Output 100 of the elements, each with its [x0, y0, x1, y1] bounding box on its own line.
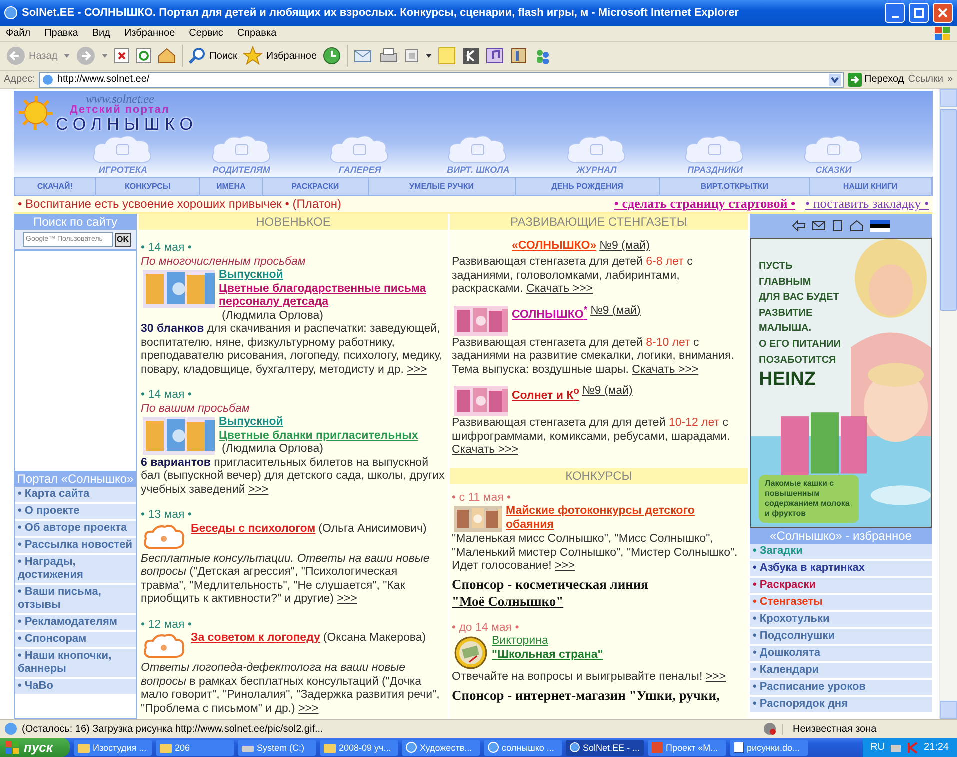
bookmark-link[interactable]: • поставить закладку •: [806, 196, 929, 212]
nav-link[interactable]: УМЕЛЫЕ РУЧКИ: [368, 178, 516, 195]
news-link[interactable]: Цветные бланки пригласительных: [219, 430, 418, 443]
nav-link[interactable]: ДЕНЬ РОЖДЕНИЯ: [516, 178, 660, 195]
menu-item[interactable]: Вид: [92, 28, 110, 39]
issue-link[interactable]: №9 (май): [600, 240, 650, 252]
news-link[interactable]: Цветные благодарственные письма персоналу детсада: [219, 282, 446, 310]
more-link[interactable]: >>>: [248, 484, 269, 496]
scrollbar[interactable]: [939, 89, 957, 719]
news-link[interactable]: За советом к логопеду: [191, 632, 320, 646]
taskbar-button[interactable]: Изостудия ...: [74, 740, 152, 756]
menu-item[interactable]: Справка: [237, 28, 277, 39]
menu-item[interactable]: Файл: [6, 28, 31, 39]
taskbar-button[interactable]: солнышко ...: [484, 740, 562, 756]
favorite-link[interactable]: • Календари: [750, 663, 932, 680]
news-link[interactable]: Выпускной: [219, 416, 284, 430]
taskbar-button[interactable]: 206: [156, 740, 234, 756]
nav-link[interactable]: ВИРТ.ОТКРЫТКИ: [660, 178, 810, 195]
favorites-heading: «Солнышко» - избранное: [750, 528, 932, 544]
links-chevron[interactable]: »: [947, 74, 953, 85]
ok-button[interactable]: OK: [115, 232, 131, 246]
more-link[interactable]: >>>: [555, 560, 576, 572]
contest-text: "Маленькая мисс Солнышко", "Мисс Солнышко", "Маленький мистер Солнышко", "Мистер Солнышко". Идет голосование! >>>: [452, 533, 739, 574]
nav-link[interactable]: ИМЕНА: [200, 178, 263, 195]
taskbar-button[interactable]: 2008-09 уч...: [320, 740, 398, 756]
logo-url: www.solnet.ee: [86, 93, 156, 105]
issue-link[interactable]: №9 (май): [582, 385, 633, 397]
taskbar-button[interactable]: System (C:): [238, 740, 316, 756]
news-link[interactable]: Беседы с психологом: [191, 522, 316, 536]
sidebar-link[interactable]: • Об авторе проекта: [15, 521, 136, 538]
language-indicator[interactable]: RU: [870, 742, 885, 753]
sidebar-link[interactable]: • Рассылка новостей: [15, 538, 136, 555]
sidebar-link[interactable]: • Спонсорам: [15, 632, 136, 649]
nav-link[interactable]: НАШИ КНИГИ: [810, 178, 932, 195]
ad-banner[interactable]: ПУСТЬ ГЛАВНЫМ ДЛЯ ВАС БУДЕТ РАЗВИТИЕ МАЛЫША. О ЕГО ПИТАНИИ ПОЗАБОТИТСЯ HEINZ Лакомые кашки с повышенным содержанием молока и фруктов: [750, 238, 932, 528]
sponsor-link[interactable]: "Моё Солнышко": [452, 594, 564, 608]
news-author: (Оксана Макерова): [323, 632, 426, 644]
newspaper-link[interactable]: СОЛНЫШКО$^{*}$: [512, 304, 588, 323]
maximize-button[interactable]: [909, 3, 929, 23]
category-link[interactable]: Викторина: [492, 635, 548, 648]
windows-logo-icon: [935, 27, 951, 40]
menu-item[interactable]: Сервис: [189, 28, 224, 39]
section-link[interactable]: ЖУРНАЛ: [556, 135, 637, 175]
sidebar-link[interactable]: • Награды, достижения: [15, 555, 136, 585]
contest-link[interactable]: "Школьная страна": [492, 648, 604, 662]
more-link[interactable]: >>>: [298, 702, 319, 714]
newspaper-link[interactable]: Солнет и К$^{о}$: [512, 385, 580, 404]
section-link[interactable]: ПРАЗДНИКИ: [675, 135, 756, 175]
search-button[interactable]: Поиск: [188, 47, 238, 65]
taskbar-button[interactable]: Художеств...: [402, 740, 480, 756]
nav-link[interactable]: КОНКУРСЫ: [96, 178, 200, 195]
taskbar-button[interactable]: рисунки.do...: [730, 740, 808, 756]
links-label[interactable]: Ссылки: [908, 74, 944, 85]
download-link[interactable]: Скачать >>>: [526, 283, 593, 295]
menu-item[interactable]: Правка: [44, 28, 78, 39]
section-link[interactable]: СКАЗКИ: [794, 135, 874, 175]
more-link[interactable]: >>>: [407, 364, 428, 376]
newspaper-link[interactable]: «СОЛНЫШКО»: [512, 240, 597, 254]
favorite-link[interactable]: • Распорядок дня: [750, 697, 932, 714]
favorite-link[interactable]: • Подсолнушки: [750, 629, 932, 646]
close-button[interactable]: [933, 3, 953, 23]
taskbar-button[interactable]: SolNet.EE - ...: [566, 740, 644, 756]
go-button[interactable]: Переход: [848, 72, 904, 86]
minimize-button[interactable]: [885, 3, 905, 23]
favorite-link[interactable]: • Стенгазеты: [750, 595, 932, 612]
section-link[interactable]: ВИРТ. ШКОЛА: [438, 135, 518, 175]
back-button[interactable]: Назад: [6, 46, 58, 66]
more-link[interactable]: >>>: [337, 593, 358, 605]
set-homepage-link[interactable]: • сделать страницу стартовой •: [614, 196, 796, 212]
contest-link[interactable]: Майские фотоконкурсы детского обаяния: [506, 505, 746, 532]
quote-text: • Воспитание есть усвоение хороших привычек • (Платон): [18, 197, 342, 211]
taskbar-button[interactable]: Проект «М...: [648, 740, 726, 756]
favorite-link[interactable]: • Дошколята: [750, 646, 932, 663]
download-link[interactable]: Скачать >>>: [452, 444, 518, 456]
page-icon: [42, 74, 54, 86]
address-field[interactable]: http://www.solnet.ee/: [39, 72, 844, 88]
favorite-link[interactable]: • Раскраски: [750, 578, 932, 595]
sidebar-link[interactable]: • ЧаВо: [15, 679, 136, 696]
section-link[interactable]: ГАЛЕРЕЯ: [320, 135, 400, 175]
nav-link[interactable]: СКАЧАЙ!: [15, 178, 96, 195]
document-icon: [832, 220, 844, 232]
sidebar-link[interactable]: • О проекте: [15, 504, 136, 521]
favorite-link[interactable]: • Азбука в картинках: [750, 561, 932, 578]
issue-link[interactable]: №9 (май): [590, 304, 641, 316]
section-link[interactable]: ИГРОТЕКА: [83, 135, 164, 175]
favorite-link[interactable]: • Расписание уроков: [750, 680, 932, 697]
favorite-link[interactable]: • Загадки: [750, 544, 932, 561]
nav-link[interactable]: РАСКРАСКИ: [262, 178, 369, 195]
menu-item[interactable]: Избранное: [124, 28, 176, 39]
favorites-button[interactable]: Избранное: [243, 46, 318, 66]
sidebar-link[interactable]: • Карта сайта: [15, 487, 136, 504]
sidebar-link[interactable]: • Рекламодателям: [15, 615, 136, 632]
favorite-link[interactable]: • Крохотульки: [750, 612, 932, 629]
more-link[interactable]: >>>: [706, 671, 726, 683]
start-button[interactable]: пуск: [0, 738, 70, 757]
sidebar-link[interactable]: • Ваши письма, отзывы: [15, 585, 136, 615]
section-link[interactable]: РОДИТЕЛЯМ: [202, 135, 282, 175]
news-link[interactable]: Выпускной: [219, 269, 284, 282]
sidebar-link[interactable]: • Наши кнопочки, баннеры: [15, 649, 136, 679]
download-link[interactable]: Скачать >>>: [632, 364, 699, 376]
